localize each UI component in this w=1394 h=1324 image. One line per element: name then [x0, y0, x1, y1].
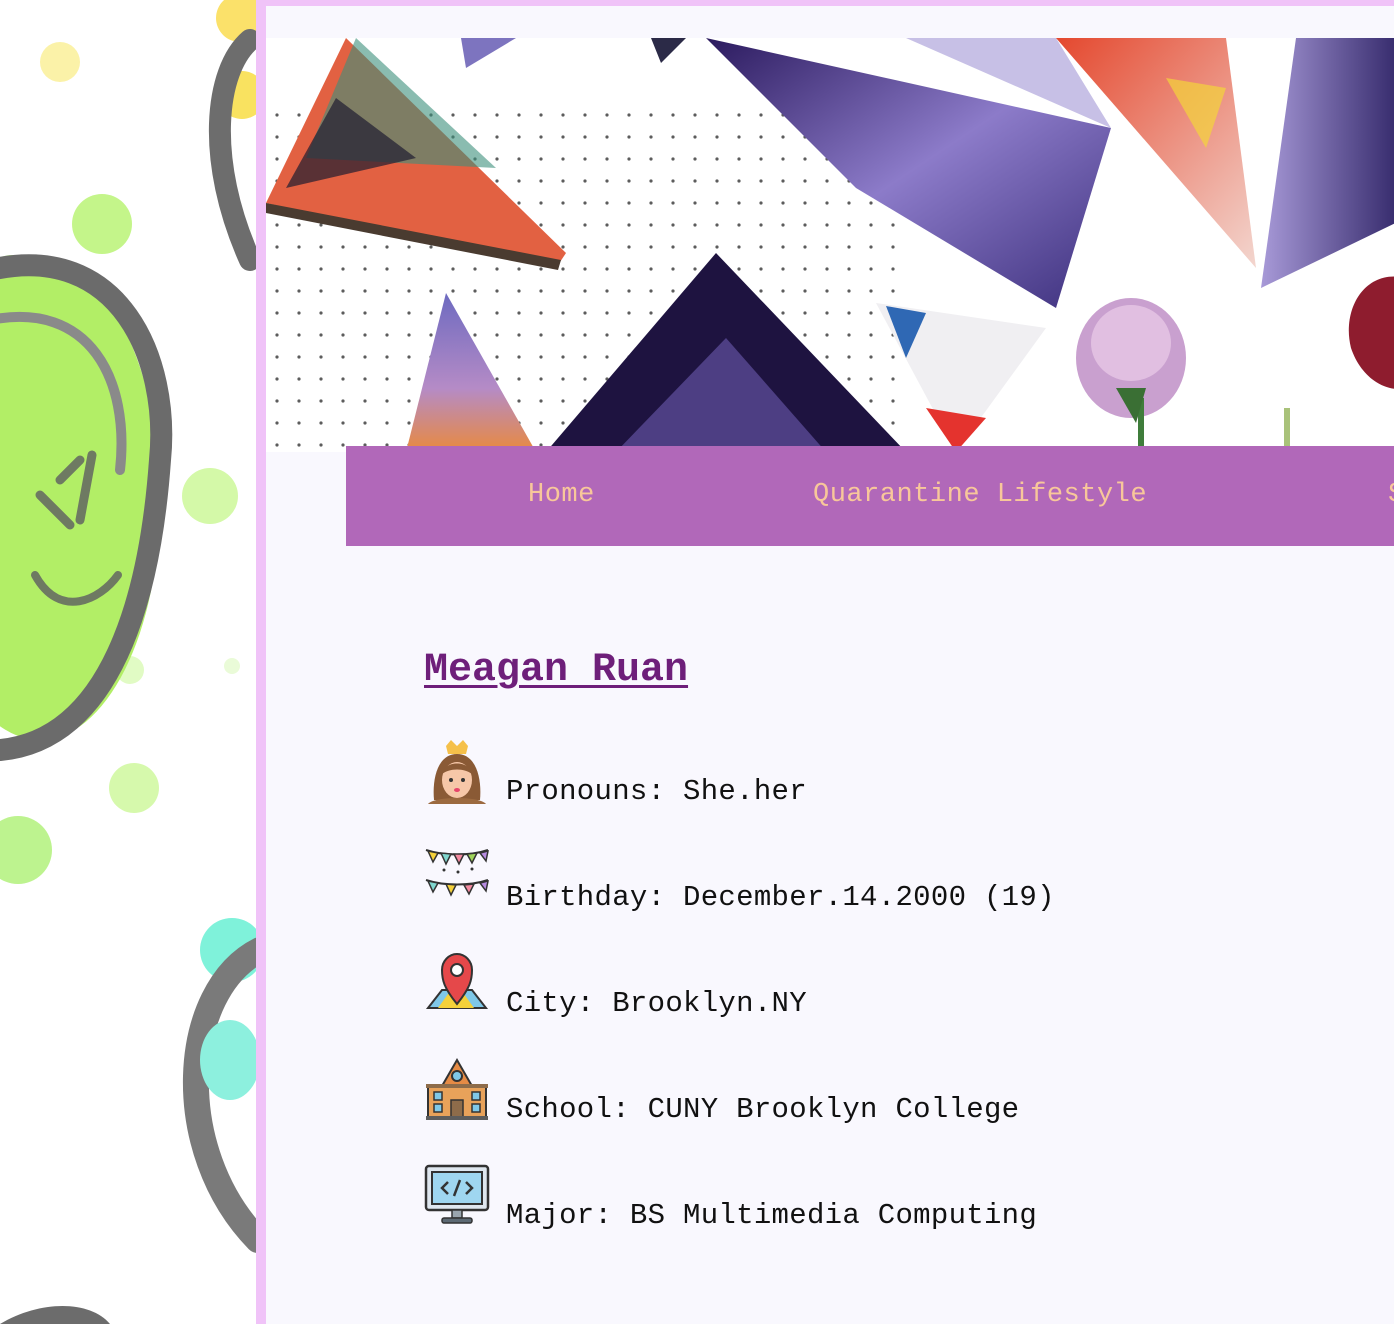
- page: Home Quarantine Lifestyle S Meagan Ruan …: [0, 0, 1394, 1324]
- profile-section: Meagan Ruan Pronouns: She.her Birthday: …: [424, 644, 1324, 1232]
- pronouns-text: Pronouns: She.her: [506, 775, 807, 808]
- major-row: Major: BS Multimedia Computing: [424, 1162, 1324, 1232]
- nav-third-link[interactable]: S: [1388, 446, 1394, 546]
- nav-quarantine-lifestyle-link[interactable]: Quarantine Lifestyle: [813, 446, 1147, 546]
- school-text: School: CUNY Brooklyn College: [506, 1093, 1020, 1126]
- pronouns-row: Pronouns: She.her: [424, 738, 1324, 808]
- city-text: City: Brooklyn.NY: [506, 987, 807, 1020]
- birthday-row: Birthday: December.14.2000 (19): [424, 844, 1324, 914]
- header-banner-image: [266, 38, 1394, 452]
- main-navigation: Home Quarantine Lifestyle S: [346, 446, 1394, 546]
- school-row: School: CUNY Brooklyn College: [424, 1056, 1324, 1126]
- code-monitor-icon: [424, 1164, 490, 1224]
- princess-icon: [428, 740, 486, 804]
- major-text: Major: BS Multimedia Computing: [506, 1199, 1038, 1232]
- birthday-text: Birthday: December.14.2000 (19): [506, 881, 1055, 914]
- party-bunting-icon: [425, 849, 489, 897]
- map-pin-icon: [425, 952, 489, 1009]
- city-row: City: Brooklyn.NY: [424, 950, 1324, 1020]
- nav-home-link[interactable]: Home: [528, 446, 595, 546]
- background-illustration: [0, 0, 258, 1324]
- school-building-icon: [426, 1057, 488, 1120]
- content-card: Home Quarantine Lifestyle S Meagan Ruan …: [256, 0, 1394, 1324]
- profile-name-link[interactable]: Meagan Ruan: [424, 644, 1324, 698]
